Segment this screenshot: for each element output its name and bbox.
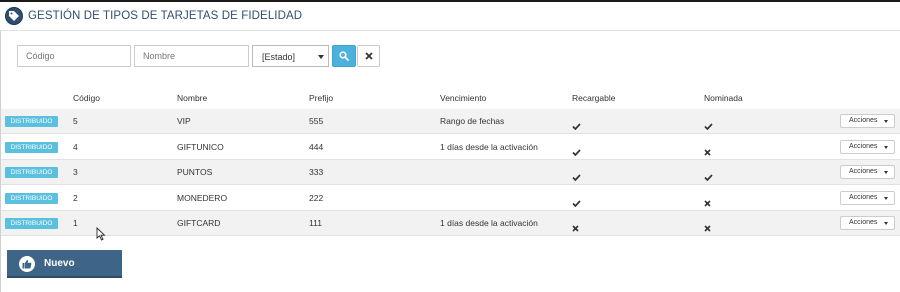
prefijo-cell: 333 bbox=[309, 167, 324, 177]
caret-down-icon bbox=[884, 145, 888, 149]
acciones-dropdown-button[interactable]: Acciones bbox=[840, 139, 895, 154]
acciones-label: Acciones bbox=[849, 117, 878, 124]
status-badge: DISTRIBUIDO bbox=[5, 218, 58, 229]
row-divider bbox=[1, 235, 900, 236]
acciones-label: Acciones bbox=[849, 193, 878, 201]
acciones-label: Acciones bbox=[849, 168, 878, 175]
codigo-cell: 1 bbox=[73, 218, 78, 228]
column-header-codigo[interactable]: Código bbox=[73, 93, 100, 103]
acciones-label: Acciones bbox=[849, 219, 878, 226]
acciones-dropdown-button[interactable]: Acciones bbox=[840, 114, 895, 128]
caret-down-icon bbox=[884, 222, 888, 225]
column-header-vencimiento[interactable]: Vencimiento bbox=[440, 93, 486, 103]
clear-filters-button[interactable] bbox=[357, 45, 380, 67]
vencimiento-cell: 1 días desde la activación bbox=[440, 218, 538, 228]
nombre-cell: MONEDERO bbox=[177, 192, 228, 203]
acciones-dropdown-button[interactable]: Acciones bbox=[840, 216, 895, 230]
nombre-cell: VIP bbox=[177, 116, 191, 126]
mouse-cursor-icon bbox=[96, 227, 106, 241]
acciones-dropdown-button[interactable]: Acciones bbox=[840, 165, 895, 179]
codigo-cell: 4 bbox=[73, 141, 78, 152]
column-header-prefijo[interactable]: Prefijo bbox=[309, 93, 333, 103]
column-header-nominada[interactable]: Nominada bbox=[704, 93, 743, 103]
column-header-nombre[interactable]: Nombre bbox=[177, 93, 207, 103]
nuevo-button[interactable]: Nuevo bbox=[7, 250, 122, 278]
nuevo-button-label: Nuevo bbox=[44, 258, 75, 269]
page-title: GESTIÓN DE TIPOS DE TARJETAS DE FIDELIDA… bbox=[28, 10, 303, 22]
vencimiento-cell: Rango de fechas bbox=[440, 116, 505, 126]
table-row: DISTRIBUIDO 1 GIFTCARD 111 1 días desde la a… bbox=[1, 211, 900, 236]
table-row: DISTRIBUIDO 2 MONEDERO 222 Acciones bbox=[1, 185, 900, 211]
caret-down-icon bbox=[318, 55, 324, 59]
vencimiento-cell: 1 días desde la activación bbox=[440, 141, 538, 152]
search-icon bbox=[339, 51, 349, 61]
acciones-dropdown-button[interactable]: Acciones bbox=[840, 190, 895, 205]
nombre-cell: GIFTUNICO bbox=[177, 141, 224, 152]
prefijo-cell: 222 bbox=[309, 192, 324, 203]
codigo-cell: 2 bbox=[73, 192, 78, 203]
codigo-cell: 3 bbox=[73, 167, 78, 177]
nombre-filter-input[interactable] bbox=[134, 45, 249, 67]
table-row: DISTRIBUIDO 5 VIP 555 Rango de fechas Accione… bbox=[1, 109, 900, 134]
thumbs-up-icon bbox=[19, 256, 35, 272]
nombre-cell: GIFTCARD bbox=[177, 218, 221, 228]
search-button[interactable] bbox=[332, 45, 356, 67]
caret-down-icon bbox=[884, 171, 888, 174]
nombre-cell: PUNTOS bbox=[177, 167, 213, 177]
status-badge: DISTRIBUIDO bbox=[5, 192, 58, 204]
codigo-cell: 5 bbox=[73, 116, 78, 126]
tag-icon bbox=[5, 7, 23, 25]
acciones-label: Acciones bbox=[849, 142, 878, 150]
prefijo-cell: 111 bbox=[309, 218, 322, 228]
table-row: DISTRIBUIDO 4 GIFTUNICO 444 1 días desde la … bbox=[1, 134, 900, 160]
codigo-filter-input[interactable] bbox=[17, 45, 131, 67]
panel-header: GESTIÓN DE TIPOS DE TARJETAS DE FIDELIDA… bbox=[0, 0, 900, 31]
caret-down-icon bbox=[884, 120, 888, 123]
status-badge: DISTRIBUIDO bbox=[5, 167, 58, 178]
caret-down-icon bbox=[884, 196, 888, 200]
status-badge: DISTRIBUIDO bbox=[5, 141, 58, 153]
estado-select[interactable]: [Estado] bbox=[252, 45, 329, 67]
status-badge: DISTRIBUIDO bbox=[5, 116, 58, 127]
table-row: DISTRIBUIDO 3 PUNTOS 333 Acciones bbox=[1, 160, 900, 185]
column-header-recargable[interactable]: Recargable bbox=[572, 93, 615, 103]
estado-select-value: [Estado] bbox=[262, 52, 296, 62]
prefijo-cell: 555 bbox=[309, 116, 324, 126]
prefijo-cell: 444 bbox=[309, 141, 324, 152]
close-icon bbox=[364, 52, 373, 60]
